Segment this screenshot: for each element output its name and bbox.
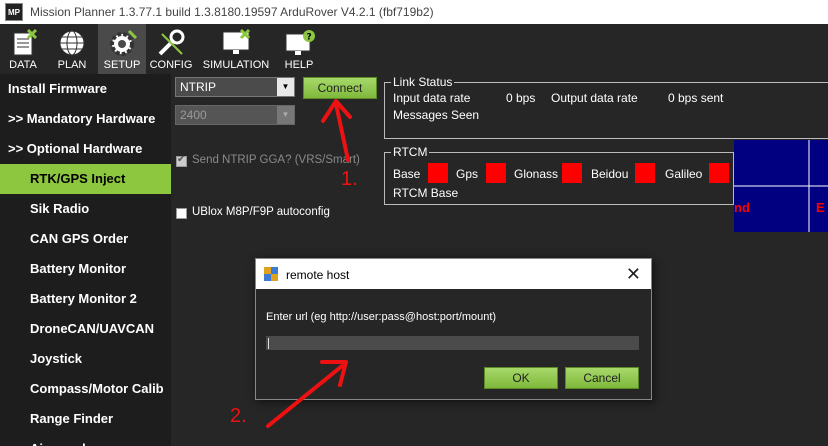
globe-icon (59, 30, 85, 56)
toolbar-help-button[interactable]: ? HELP (276, 24, 322, 74)
port-select[interactable]: NTRIP ▼ (175, 77, 295, 97)
sidebar-item-dronecan-uavcan[interactable]: DroneCAN/UAVCAN (0, 314, 171, 344)
sidebar-item-install-firmware[interactable]: Install Firmware (0, 74, 171, 104)
output-rate-label: Output data rate (551, 91, 638, 105)
message-grid-lines (734, 140, 828, 232)
rtcm-beidou-status (635, 163, 655, 183)
remote-url-input[interactable] (266, 336, 639, 350)
rtcm-group: RTCM Base Gps Glonass Beidou Galileo RTC… (384, 145, 734, 205)
dialog-title-bar[interactable]: remote host ✕ (256, 259, 651, 289)
ublox-autoconfig-checkbox[interactable] (176, 208, 187, 219)
window-app-icon (264, 267, 278, 281)
data-icon (13, 28, 38, 56)
baud-select-value: 2400 (180, 108, 207, 122)
toolbar-setup-label: SETUP (103, 59, 141, 71)
toolbar-config-label: CONFIG (149, 59, 193, 71)
rtcm-galileo-status (709, 163, 729, 183)
gear-icon (110, 29, 138, 56)
port-select-value: NTRIP (180, 80, 216, 94)
toolbar-data-label: DATA (9, 59, 37, 71)
step-1-label: 1. (341, 168, 358, 190)
toolbar-help-label: HELP (284, 59, 314, 71)
rtcm-beidou-label: Beidou (591, 167, 629, 181)
rtcm-base-label: Base (393, 167, 421, 181)
grid-fragment-1: nd (734, 200, 750, 215)
chevron-down-icon[interactable]: ▼ (277, 106, 294, 124)
sidebar-item-sik-radio[interactable]: Sik Radio (0, 194, 171, 224)
toolbar-plan-button[interactable]: PLAN (48, 24, 96, 74)
dialog-title: remote host (286, 268, 350, 282)
sidebar-item-can-gps-order[interactable]: CAN GPS Order (0, 224, 171, 254)
main-toolbar: DATA PLAN SETUP CONFIG SIMULATION ? HELP (0, 24, 828, 74)
ublox-autoconfig-label: UBlox M8P/F9P autoconfig (192, 206, 330, 218)
svg-text:?: ? (307, 33, 312, 43)
ok-button[interactable]: OK (484, 367, 558, 389)
sidebar-item-optional-hardware[interactable]: >> Optional Hardware (0, 134, 171, 164)
grid-fragment-2: E (816, 200, 825, 215)
app-logo-icon: MP (5, 3, 23, 21)
toolbar-simulation-label: SIMULATION (202, 59, 270, 71)
input-rate-value: 0 bps (506, 91, 536, 105)
window-title: Mission Planner 1.3.77.1 build 1.3.8180.… (30, 5, 434, 19)
send-gga-checkbox[interactable] (176, 154, 187, 167)
rtcm-galileo-label: Galileo (665, 167, 703, 181)
rtcm-gps-label: Gps (456, 167, 479, 181)
toolbar-config-button[interactable]: CONFIG (148, 24, 194, 74)
help-icon: ? (285, 30, 315, 55)
title-bar: MP Mission Planner 1.3.77.1 build 1.3.81… (0, 0, 828, 24)
messages-seen-label: Messages Seen (393, 108, 480, 122)
sidebar-item-range-finder[interactable]: Range Finder (0, 404, 171, 434)
monitor-icon (222, 28, 251, 54)
chevron-down-icon[interactable]: ▼ (277, 78, 294, 96)
message-grid-panel: nd E (734, 140, 828, 232)
input-rate-label: Input data rate (393, 91, 471, 105)
step-2-label: 2. (230, 405, 247, 427)
rtcm-glonass-label: Glonass (514, 167, 559, 181)
sidebar-item-joystick[interactable]: Joystick (0, 344, 171, 374)
baud-select[interactable]: 2400 ▼ (175, 105, 295, 125)
close-icon[interactable]: ✕ (626, 264, 641, 285)
rtcm-gps-status (486, 163, 506, 183)
toolbar-data-button[interactable]: DATA (0, 24, 46, 74)
dialog-prompt: Enter url (eg http://user:pass@host:port… (266, 311, 497, 323)
sidebar-item-battery-monitor[interactable]: Battery Monitor (0, 254, 171, 284)
rtcm-glonass-status (562, 163, 582, 183)
rtcm-base-info-label: RTCM Base (393, 186, 459, 200)
wrench-icon (158, 29, 185, 56)
sidebar-item-compass-motor-calib[interactable]: Compass/Motor Calib (0, 374, 171, 404)
sidebar-item-mandatory-hardware[interactable]: >> Mandatory Hardware (0, 104, 171, 134)
rtcm-title: RTCM (391, 145, 430, 159)
toolbar-plan-label: PLAN (57, 59, 87, 71)
setup-sidebar: Install Firmware >> Mandatory Hardware >… (0, 74, 171, 446)
output-rate-value: 0 bps sent (668, 91, 724, 105)
sidebar-item-rtk-gps-inject[interactable]: RTK/GPS Inject (0, 164, 171, 194)
cancel-button[interactable]: Cancel (565, 367, 639, 389)
link-status-title: Link Status (391, 75, 455, 89)
dialog-body: Enter url (eg http://user:pass@host:port… (256, 289, 651, 399)
rtcm-base-status (428, 163, 448, 183)
link-status-group: Link Status Input data rate 0 bps Output… (384, 75, 828, 139)
send-gga-label: Send NTRIP GGA? (VRS/Smart) (192, 154, 360, 166)
sidebar-item-airspeed[interactable]: Airspeed (0, 434, 171, 446)
remote-host-dialog: remote host ✕ Enter url (eg http://user:… (255, 258, 652, 400)
toolbar-setup-button[interactable]: SETUP (98, 24, 146, 74)
connect-button[interactable]: Connect (303, 77, 377, 99)
toolbar-simulation-button[interactable]: SIMULATION (198, 24, 274, 74)
sidebar-item-battery-monitor-2[interactable]: Battery Monitor 2 (0, 284, 171, 314)
